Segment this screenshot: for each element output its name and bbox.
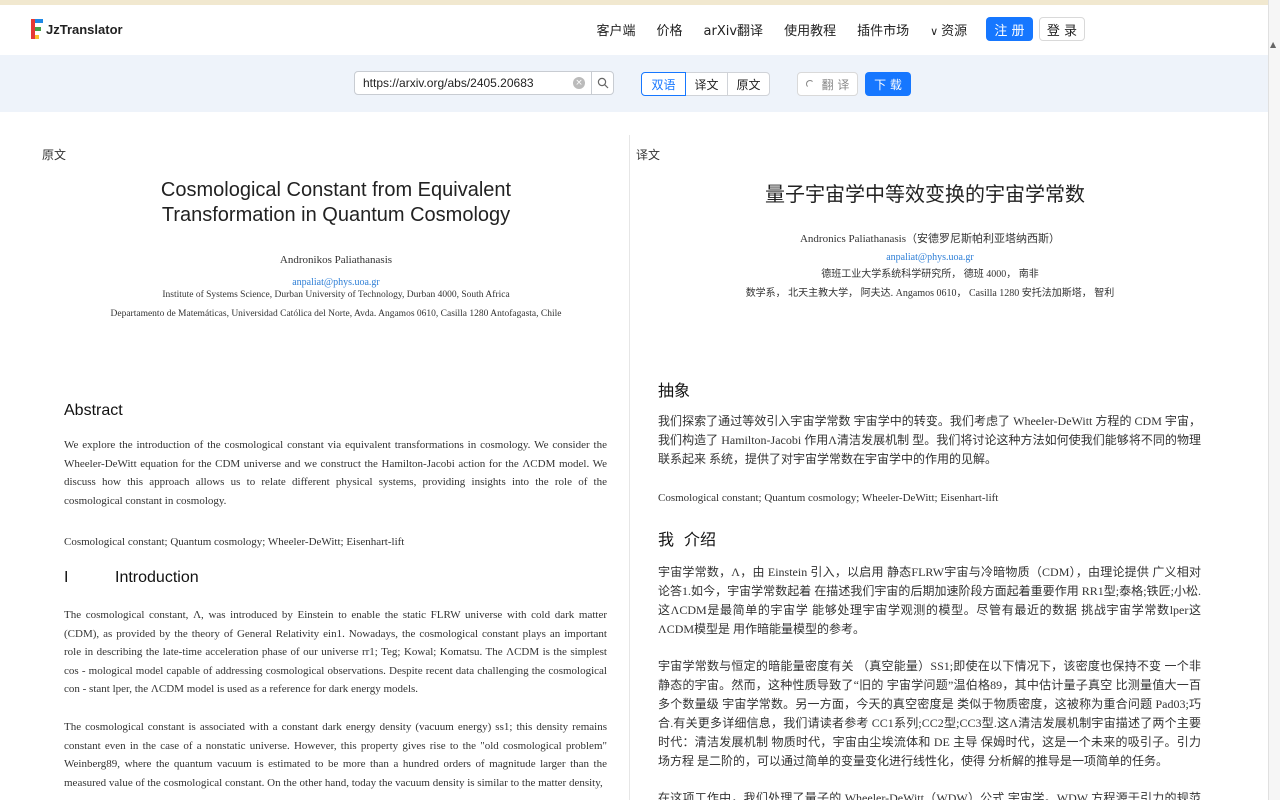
translate-button[interactable]: 翻 译 [797, 72, 858, 96]
nav-item-client[interactable]: 客户端 [597, 20, 636, 39]
translated-author: Andronics Paliathanasis（安德罗尼斯帕利亚塔纳西斯） [799, 233, 1060, 245]
translated-title: 量子宇宙学中等效变换的宇宙学常数 [765, 182, 1085, 206]
translated-intro-paragraph-1: 宇宙学常数，Λ，由 Einstein 引入，以启用 静态FLRW宇宙与冷暗物质（… [658, 565, 1201, 636]
logo-icon [31, 19, 44, 39]
url-input[interactable]: https://arxiv.org/abs/2405.20683 [354, 71, 592, 95]
chevron-down-icon: ∨ [930, 24, 939, 38]
paper-title-line1: Cosmological Constant from Equivalent [160, 179, 512, 201]
mode-bilingual-tab[interactable]: 双语 [641, 72, 686, 96]
paper-title: Cosmological Constant from Equivalent Tr… [120, 178, 552, 228]
translated-intro-heading: 介绍 [684, 530, 717, 549]
search-icon [597, 77, 608, 89]
abstract-heading: Abstract [64, 402, 123, 419]
translated-intro-paragraph-2: 宇宙学常数与恒定的暗能量密度有关 （真空能量）SS1;即使在以下情况下，该密度也… [658, 659, 1201, 768]
intro-heading: Introduction [115, 569, 199, 586]
translated-intro-paragraph-3: 在这项工作中，我们处理了量子的 Wheeler-DeWitt（WDW）公式 宇宙… [658, 791, 1201, 800]
translated-affiliation-2: 数学系， 北天主教大学， 阿夫达. Angamos 0610， Casilla … [745, 288, 1115, 299]
mode-translation-tab[interactable]: 译文 [685, 72, 728, 96]
translated-abstract-heading: 抽象 [658, 381, 691, 400]
logo[interactable]: JzTranslator [31, 19, 123, 39]
scroll-up-icon[interactable]: ▲ [1270, 40, 1276, 49]
nav-item-plugins[interactable]: 插件市场 [857, 20, 909, 39]
scrollbar[interactable] [1268, 0, 1280, 800]
paper-author: Andronikos Paliathanasis [279, 254, 393, 266]
translated-affiliation-1: 德班工业大学系统科学研究所， 德班 4000， 南非 [821, 269, 1039, 280]
intro-number: I [64, 569, 69, 586]
loading-spinner-icon [805, 80, 814, 88]
translated-abstract-text: 我们探索了通过等效引入宇宙学常数 宇宙学中的转变。我们考虑了 Wheeler-D… [658, 414, 1201, 466]
login-button[interactable]: 登 录 [1039, 17, 1085, 41]
intro-paragraph-2: The cosmological constant is associated … [64, 721, 607, 789]
keywords: Cosmological constant; Quantum cosmology… [64, 536, 405, 548]
translated-email-link[interactable]: anpaliat@phys.uoa.gr [650, 252, 1210, 263]
paper-email-link[interactable]: anpaliat@phys.uoa.gr [120, 277, 552, 288]
translated-intro-number: 我 [658, 530, 675, 549]
panel-divider [629, 135, 630, 800]
mode-original-tab[interactable]: 原文 [727, 72, 770, 96]
nav-item-resources-label: 资源 [941, 23, 968, 39]
clear-icon[interactable]: × [573, 77, 585, 89]
logo-text: JzTranslator [46, 21, 123, 37]
main-nav: 客户端 价格 arXiv翻译 使用教程 插件市场 ∨资源 关于 [586, 16, 1025, 42]
translation-panel-label: 译文 [636, 148, 661, 162]
paper-affiliation-2: Departamento de Matemáticas, Universidad… [110, 309, 562, 319]
nav-item-arxiv[interactable]: arXiv翻译 [704, 20, 764, 39]
search-button[interactable] [591, 71, 614, 95]
nav-item-resources[interactable]: ∨ 资源 [930, 20, 967, 39]
register-button[interactable]: 注 册 [986, 17, 1033, 41]
original-panel-label: 原文 [42, 148, 67, 162]
paper-affiliation-1: Institute of Systems Science, Durban Uni… [162, 290, 510, 300]
download-button[interactable]: 下 载 [865, 72, 911, 96]
site-header: JzTranslator 客户端 价格 arXiv翻译 使用教程 插件市场 ∨ 资… [0, 5, 1268, 55]
paper-title-line2: Transformation in Quantum Cosmology [161, 204, 511, 226]
toolbar: https://arxiv.org/abs/2405.20683 × 双语 译文… [0, 55, 1268, 112]
abstract-text: We explore the introduction of the cosmo… [64, 439, 607, 507]
nav-item-pricing[interactable]: 价格 [657, 20, 683, 39]
translated-keywords: Cosmological constant; Quantum cosmology… [658, 492, 999, 504]
translate-label: 翻 译 [821, 77, 850, 92]
nav-item-tutorial[interactable]: 使用教程 [784, 20, 836, 39]
intro-paragraph-1: The cosmological constant, Λ, was introd… [64, 609, 607, 696]
